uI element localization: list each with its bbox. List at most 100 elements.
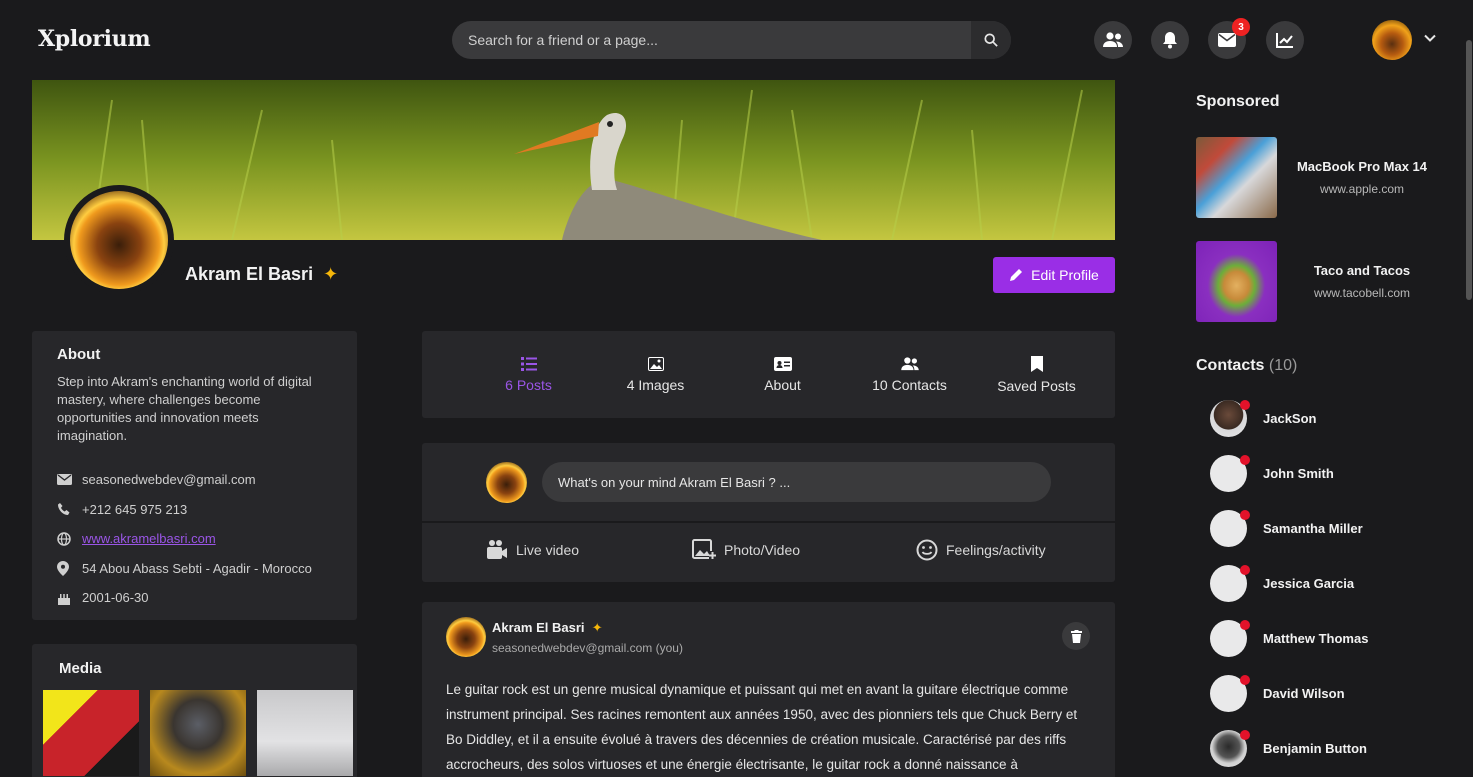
scrollbar-thumb[interactable]: [1466, 40, 1472, 300]
media-thumbnail[interactable]: [150, 690, 246, 776]
notifications-button[interactable]: [1151, 21, 1189, 59]
about-website-row: www.akramelbasri.com: [57, 524, 332, 554]
tab-saved-posts[interactable]: Saved Posts: [973, 331, 1100, 418]
post-author-name[interactable]: Akram El Basri ✦: [492, 620, 603, 636]
smile-icon: [916, 539, 938, 561]
contact-avatar: [1210, 729, 1250, 767]
trash-icon: [1070, 629, 1082, 643]
envelope-icon: [57, 474, 82, 486]
page-scrollbar[interactable]: [1465, 0, 1473, 777]
add-image-icon: [692, 539, 716, 560]
about-birthday-row: 2001-06-30: [57, 583, 332, 613]
contact-item[interactable]: Samantha Miller: [1210, 508, 1450, 548]
profile-tabs: 6 Posts 4 Images About 10 Contacts Saved…: [422, 331, 1115, 418]
contacts-title: Contacts (10): [1196, 357, 1298, 374]
users-icon: [1103, 32, 1123, 47]
post-composer: Live video Photo/Video Feelings/activity: [422, 443, 1115, 582]
search-button[interactable]: [971, 21, 1011, 59]
live-video-button[interactable]: Live video: [486, 539, 579, 561]
globe-icon: [57, 532, 82, 546]
friends-button[interactable]: [1094, 21, 1132, 59]
cake-icon: [57, 591, 82, 605]
star-icon: ✦: [584, 620, 603, 635]
status-dot: [1240, 454, 1250, 465]
phone-icon: [57, 502, 82, 516]
contact-item[interactable]: Matthew Thomas: [1210, 618, 1450, 658]
status-dot: [1240, 674, 1250, 685]
sponsored-image: [1196, 137, 1277, 218]
contact-item[interactable]: Jessica Garcia: [1210, 563, 1450, 603]
cover-image: [32, 80, 1115, 240]
delete-post-button[interactable]: [1062, 622, 1090, 650]
about-title: About: [57, 346, 101, 363]
star-icon: ✦: [318, 264, 339, 284]
messages-badge: 3: [1232, 18, 1250, 36]
composer-divider: [422, 521, 1115, 523]
messages-button[interactable]: 3: [1208, 18, 1250, 59]
photo-video-button[interactable]: Photo/Video: [692, 539, 800, 561]
pencil-icon: [1010, 269, 1023, 281]
media-panel: Media: [32, 644, 357, 777]
status-dot: [1240, 509, 1250, 520]
list-icon: [520, 356, 537, 371]
edit-profile-button[interactable]: Edit Profile: [993, 257, 1115, 293]
about-panel: About Step into Akram's enchanting world…: [32, 331, 357, 620]
contact-item[interactable]: David Wilson: [1210, 673, 1450, 713]
post-body: Le guitar rock est un genre musical dyna…: [446, 682, 1078, 772]
media-thumbnail[interactable]: [257, 690, 353, 776]
contact-avatar: [1210, 564, 1250, 602]
status-dot: [1240, 564, 1250, 575]
about-website-link[interactable]: www.akramelbasri.com: [82, 531, 216, 546]
contact-avatar: [1210, 454, 1250, 492]
video-camera-icon: [487, 540, 507, 559]
composer-input[interactable]: [542, 462, 1051, 502]
tab-images[interactable]: 4 Images: [592, 331, 719, 418]
chart-line-icon: [1276, 33, 1293, 48]
contact-item[interactable]: Benjamin Button: [1210, 728, 1450, 768]
status-dot: [1240, 399, 1250, 410]
chevron-down-icon[interactable]: [1423, 31, 1437, 45]
top-bar: Xplorium 3: [0, 0, 1473, 80]
tab-about[interactable]: About: [719, 331, 846, 418]
user-avatar[interactable]: [1372, 20, 1412, 60]
image-icon: [647, 356, 664, 371]
about-address-row: 54 Abou Abass Sebti - Agadir - Morocco: [57, 554, 332, 584]
tab-contacts[interactable]: 10 Contacts: [846, 331, 973, 418]
envelope-icon: [1218, 33, 1236, 47]
contact-avatar: [1210, 619, 1250, 657]
about-description: Step into Akram's enchanting world of di…: [57, 374, 312, 443]
feelings-activity-button[interactable]: Feelings/activity: [916, 539, 1046, 561]
map-pin-icon: [57, 560, 82, 576]
contact-avatar: [1210, 674, 1250, 712]
sponsored-item[interactable]: MacBook Pro Max 14 www.apple.com: [1196, 137, 1446, 218]
media-title: Media: [59, 660, 102, 677]
id-card-icon: [773, 356, 792, 371]
status-dot: [1240, 729, 1250, 740]
cover-photo: [32, 80, 1115, 240]
sponsored-title: Sponsored: [1196, 93, 1280, 110]
users-icon: [900, 356, 919, 370]
post-author-email: seasonedwebdev@gmail.com (you): [492, 641, 683, 655]
composer-avatar: [486, 462, 527, 503]
media-grid: [43, 690, 353, 776]
app-logo[interactable]: Xplorium: [38, 26, 151, 52]
stats-button[interactable]: [1266, 21, 1304, 59]
post-author-avatar[interactable]: [446, 617, 486, 657]
tab-posts[interactable]: 6 Posts: [465, 331, 592, 418]
sponsored-image: [1196, 241, 1277, 322]
profile-name: Akram El Basri ✦: [185, 264, 339, 284]
contact-item[interactable]: JackSon: [1210, 398, 1450, 438]
profile-avatar[interactable]: [64, 185, 174, 295]
search-icon: [984, 33, 998, 47]
bell-icon: [1163, 32, 1177, 49]
search-bar: [452, 21, 1011, 59]
media-thumbnail[interactable]: [43, 690, 139, 776]
status-dot: [1240, 619, 1250, 630]
sponsored-item[interactable]: Taco and Tacos www.tacobell.com: [1196, 241, 1446, 322]
search-input[interactable]: [452, 21, 971, 59]
post-card: Akram El Basri ✦ seasonedwebdev@gmail.co…: [422, 602, 1115, 777]
contact-avatar: [1210, 399, 1250, 437]
contact-item[interactable]: John Smith: [1210, 453, 1450, 493]
about-phone-row: +212 645 975 213: [57, 495, 332, 525]
about-email-row: seasonedwebdev@gmail.com: [57, 465, 332, 495]
